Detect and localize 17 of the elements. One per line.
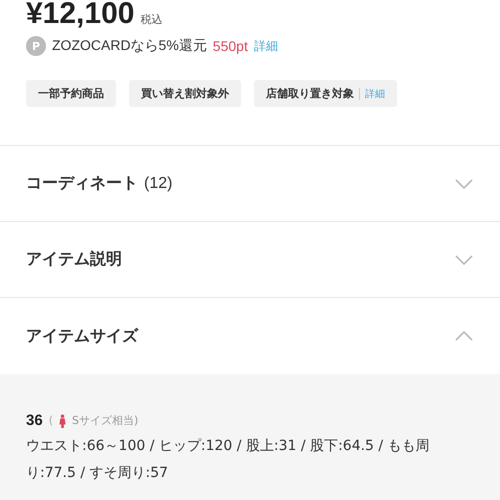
section-title: アイテム説明: [26, 249, 122, 270]
tag: 一部予約商品: [26, 80, 116, 107]
person-icon: [58, 414, 66, 428]
tax-label: 税込: [140, 12, 162, 27]
paren: (: [48, 414, 53, 427]
size-equivalent: Sサイズ相当): [72, 413, 138, 428]
points-badge: P: [26, 36, 46, 56]
tag-label: 店舗取り置き対象: [266, 86, 354, 101]
section-title: アイテムサイズ: [26, 326, 138, 346]
measurements: ウエスト:66～100 / ヒップ:120 / 股上:31 / 股下:64.5 / もも周り:77.5 / すそ周り:57: [26, 437, 431, 483]
tag: 買い替え割対象外: [129, 80, 241, 107]
card-offer-text: ZOZOCARDなら5%還元: [52, 37, 207, 55]
size-label: 36: [26, 412, 43, 429]
count: (12): [144, 175, 172, 193]
price: ¥12,100: [26, 0, 134, 28]
points-amount: 550pt: [212, 38, 248, 54]
section-title: コーディネート: [26, 173, 138, 194]
